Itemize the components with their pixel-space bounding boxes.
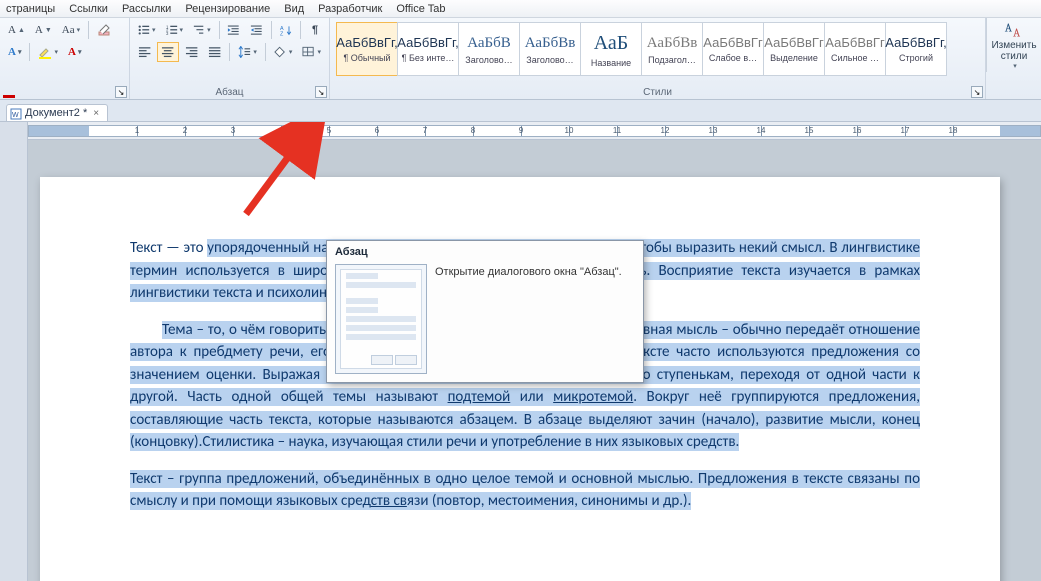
- style-sample: АаБбВ: [467, 33, 511, 52]
- tooltip-thumbnail: [335, 264, 427, 374]
- style-item[interactable]: АаБбВвГг, ¶ Обычный: [336, 22, 398, 76]
- shading-button[interactable]: ▾: [270, 42, 297, 62]
- svg-text:W: W: [12, 112, 19, 119]
- style-sample: АаБбВвГг: [764, 35, 823, 50]
- paragraph-group: ▾ 123▾ ▾ AZ ¶ ▾ ▾ ▾ Абзац ↘: [130, 18, 330, 99]
- styles-gallery[interactable]: АаБбВвГг,¶ ОбычныйАаБбВвГг,¶ Без инте…Аа…: [334, 20, 981, 78]
- menu-item[interactable]: Рассылки: [122, 3, 171, 15]
- menu-item[interactable]: Разработчик: [318, 3, 382, 15]
- text-effects-button[interactable]: A▾: [4, 42, 25, 62]
- style-sample: АаБбВвГг: [825, 35, 884, 50]
- clear-format-button[interactable]: [93, 20, 115, 40]
- svg-text:A: A: [1013, 27, 1020, 40]
- document-tab[interactable]: W Документ2 * ×: [6, 104, 108, 121]
- style-name: Слабое в…: [709, 53, 757, 63]
- font-dialog-launcher[interactable]: ↘: [115, 86, 127, 98]
- style-item[interactable]: АаБбВвГг Выделение: [763, 22, 825, 76]
- document-tabs: W Документ2 * ×: [0, 100, 1041, 122]
- style-item[interactable]: АаБбВв Заголово…: [519, 22, 581, 76]
- style-sample: АаБбВвГг,: [397, 35, 458, 50]
- style-name: ¶ Обычный: [343, 53, 390, 63]
- style-item[interactable]: АаБбВвГг Сильное …: [824, 22, 886, 76]
- style-sample: АаБбВв: [525, 33, 576, 52]
- style-item[interactable]: АаБбВвГг, Строгий: [885, 22, 947, 76]
- numbering-button[interactable]: 123▾: [162, 20, 188, 40]
- horizontal-ruler[interactable]: 123456789101112131415161718: [28, 122, 1041, 140]
- styles-dialog-launcher[interactable]: ↘: [971, 86, 983, 98]
- highlight-button[interactable]: ▾: [34, 42, 62, 62]
- tooltip-text: Открытие диалогового окна "Абзац".: [435, 264, 635, 374]
- menu-item[interactable]: Office Tab: [396, 3, 445, 15]
- style-item[interactable]: АаБбВ Заголово…: [458, 22, 520, 76]
- style-name: Подзагол…: [648, 55, 696, 65]
- sort-button[interactable]: AZ: [276, 20, 297, 40]
- styles-group-label: Стили: [330, 87, 985, 98]
- align-right-button[interactable]: [181, 42, 202, 62]
- menu-item[interactable]: Вид: [284, 3, 304, 15]
- style-name: Заголово…: [465, 55, 512, 65]
- indent-decrease-button[interactable]: [223, 20, 244, 40]
- font-color-button[interactable]: A▾: [64, 42, 85, 62]
- style-sample: АаБбВвГг,: [885, 35, 946, 50]
- document-tab-label: Документ2 *: [25, 107, 87, 119]
- align-left-button[interactable]: [134, 42, 155, 62]
- svg-text:3: 3: [166, 31, 169, 36]
- bullets-button[interactable]: ▾: [134, 20, 160, 40]
- work-area: 123456789101112131415161718 Текст — это …: [0, 122, 1041, 581]
- style-item[interactable]: АаБ Название: [580, 22, 642, 76]
- paragraph-tooltip: Абзац Открытие диалогового окна "Абзац".: [326, 240, 644, 383]
- style-item[interactable]: АаБбВв Подзагол…: [641, 22, 703, 76]
- borders-button[interactable]: ▾: [298, 42, 325, 62]
- change-styles-button[interactable]: A A Изменить стили ▾: [986, 18, 1041, 72]
- vertical-ruler-strip: [0, 122, 28, 581]
- style-item[interactable]: АаБбВвГг Слабое в…: [702, 22, 764, 76]
- style-name: ¶ Без инте…: [402, 53, 455, 63]
- style-sample: АаБбВв: [647, 33, 698, 52]
- ribbon: A▲ A▼ Aa▾ A▾ ▾ A▾ ↘ ▾ 123▾ ▾ AZ: [0, 18, 1041, 100]
- tooltip-title: Абзац: [327, 241, 643, 260]
- change-styles-icon: A A: [1001, 20, 1027, 40]
- close-icon[interactable]: ×: [93, 108, 99, 119]
- multilevel-button[interactable]: ▾: [189, 20, 215, 40]
- style-name: Выделение: [770, 53, 818, 63]
- line-spacing-button[interactable]: ▾: [234, 42, 261, 62]
- style-sample: АаБ: [594, 31, 629, 55]
- svg-text:Z: Z: [280, 31, 284, 36]
- show-marks-button[interactable]: ¶: [305, 20, 325, 40]
- style-name: Название: [591, 58, 631, 68]
- svg-text:A: A: [1005, 22, 1012, 35]
- menu-item[interactable]: страницы: [6, 3, 55, 15]
- indent-increase-button[interactable]: [246, 20, 267, 40]
- style-name: Строгий: [899, 53, 933, 63]
- align-center-button[interactable]: [157, 42, 178, 62]
- paragraph-dialog-launcher[interactable]: ↘: [315, 86, 327, 98]
- font-shrink-button[interactable]: A▼: [31, 20, 56, 40]
- styles-group: АаБбВвГг,¶ ОбычныйАаБбВвГг,¶ Без инте…Аа…: [330, 18, 986, 99]
- style-name: Заголово…: [526, 55, 573, 65]
- font-group: A▲ A▼ Aa▾ A▾ ▾ A▾ ↘: [0, 18, 130, 99]
- align-justify-button[interactable]: [204, 42, 225, 62]
- word-doc-icon: W: [10, 108, 22, 120]
- style-sample: АаБбВвГг: [703, 35, 762, 50]
- style-sample: АаБбВвГг,: [336, 35, 397, 50]
- menu-bar: страницы Ссылки Рассылки Рецензирование …: [0, 0, 1041, 18]
- menu-item[interactable]: Ссылки: [69, 3, 108, 15]
- font-grow-button[interactable]: A▲: [4, 20, 29, 40]
- change-case-button[interactable]: Aa▾: [58, 20, 84, 40]
- style-name: Сильное …: [831, 53, 879, 63]
- paragraph-group-label: Абзац: [130, 87, 329, 98]
- style-item[interactable]: АаБбВвГг, ¶ Без инте…: [397, 22, 459, 76]
- menu-item[interactable]: Рецензирование: [185, 3, 270, 15]
- paragraph-3[interactable]: Текст – группа предложений, объединённых…: [130, 468, 920, 513]
